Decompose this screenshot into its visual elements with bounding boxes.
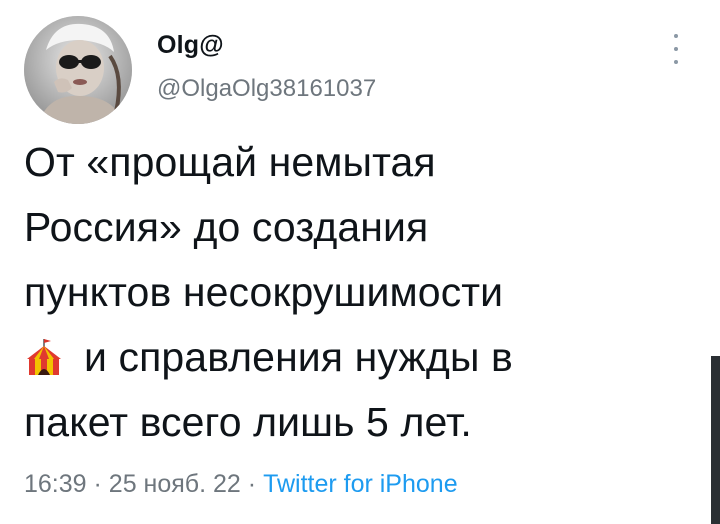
tweet-card: Olg@ @OlgaOlg38161037 От «прощай немытая… bbox=[0, 0, 720, 524]
tweet-time[interactable]: 16:39 bbox=[24, 470, 87, 498]
display-name[interactable]: Olg@ bbox=[157, 30, 376, 60]
tweet-text: От «прощай немытая Россия» до создания п… bbox=[24, 130, 684, 455]
meta-separator: · bbox=[247, 470, 257, 498]
circus-tent-icon bbox=[27, 339, 61, 375]
tweet-line: пакет всего лишь 5 лет. bbox=[24, 399, 472, 445]
tweet-line-text: и справления нужды в bbox=[84, 334, 513, 380]
more-vertical-icon bbox=[674, 34, 678, 38]
tweet-line-with-emoji: и справления нужды в bbox=[24, 325, 684, 390]
tweet-meta: 16:39 · 25 нояб. 22 · Twitter for iPhone bbox=[24, 468, 458, 500]
tweet-source-link[interactable]: Twitter for iPhone bbox=[263, 470, 458, 498]
avatar[interactable] bbox=[24, 16, 132, 124]
tweet-line: От «прощай немытая bbox=[24, 139, 436, 185]
scrollbar[interactable] bbox=[711, 356, 720, 524]
meta-separator: · bbox=[93, 470, 102, 498]
more-vertical-icon-dot bbox=[674, 47, 678, 51]
tweet-date[interactable]: 25 нояб. 22 bbox=[109, 470, 241, 498]
more-vertical-icon-dot bbox=[674, 60, 678, 64]
author-block[interactable]: Olg@ @OlgaOlg38161037 bbox=[157, 30, 376, 104]
user-handle[interactable]: @OlgaOlg38161037 bbox=[157, 74, 376, 104]
avatar-photo bbox=[24, 16, 132, 124]
tweet-line: пунктов несокрушимости bbox=[24, 269, 504, 315]
tweet-line: Россия» до создания bbox=[24, 204, 429, 250]
more-options-button[interactable] bbox=[666, 34, 686, 64]
